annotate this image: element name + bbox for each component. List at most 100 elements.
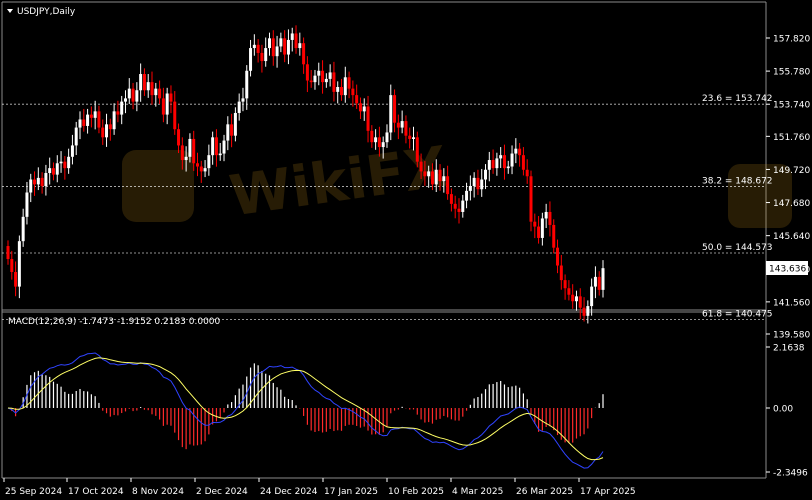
candle-body [55,163,59,175]
time-tick-label: 4 Mar 2025 [452,487,503,497]
candle-body [10,259,14,273]
candle-body [17,241,21,287]
candle-body [97,111,101,128]
candle-body [74,127,78,146]
candle-body [264,48,268,62]
candle-body [328,72,332,79]
candle-body [465,190,469,201]
macd-label: MACD(12,26,9) -1.7473 -1.9152 0.2183 0.0… [8,317,221,327]
candle-body [233,112,237,136]
candle-body [36,177,40,185]
candle-body [571,294,575,302]
candle-body [283,38,287,55]
candle-body [590,286,594,307]
candle-body [241,98,245,102]
fib-level-label: 61.8 = 140.475 [702,309,773,319]
fib-level-label: 38.2 = 148.672 [702,176,773,186]
candle-body [226,124,230,141]
candle-body [506,166,510,169]
candle-body [78,119,82,128]
candle-body [154,88,158,96]
fib-level-label: 23.6 = 153.742 [702,94,773,104]
candle-body [195,163,199,167]
candle-body [21,216,25,242]
candle-body [105,124,109,138]
trading-chart[interactable]: WikiFX 23.6 = 153.74238.2 = 148.67250.0 … [0,0,812,500]
candle-body [559,265,563,281]
candle-body [321,70,325,83]
chart-title[interactable]: USDJPY,Daily [17,7,76,17]
candle-body [127,88,131,99]
candle-body [245,70,249,99]
candle-body [423,171,427,177]
candle-body [180,145,184,161]
candle-body [63,161,67,169]
candle-body [601,268,605,290]
candle-body [396,122,400,128]
candle-body [67,156,71,169]
time-tick-label: 8 Nov 2024 [132,487,184,497]
candle-body [556,247,560,266]
candle-body [298,43,302,49]
candle-body [59,161,63,164]
candle-body [158,88,162,99]
candle-body [408,135,412,139]
candle-body [230,124,234,136]
candle-body [442,176,446,182]
price-tick-label: 147.680 [773,199,810,209]
price-tick-label: 157.820 [773,35,810,45]
candle-body [290,33,294,40]
candle-body [25,192,29,217]
candle-body [449,194,453,204]
candle-body [70,145,74,157]
candle-body [6,246,10,260]
candle-body [302,43,306,65]
candle-body [214,137,218,156]
candle-body [267,38,271,49]
candle-body [597,276,601,290]
candle-body [93,111,97,118]
candle-body [389,95,393,133]
price-tick-label: 155.780 [773,68,810,78]
candle-body [461,200,465,212]
candle-body [173,101,177,130]
candle-body [237,101,241,113]
candle-body [434,169,438,185]
candle-body [48,168,52,174]
candle-body [502,155,506,169]
candle-body [150,82,154,96]
candle-body [218,153,222,156]
candle-body [279,38,283,47]
candle-body [419,161,423,172]
candle-body [377,137,381,148]
candle-body [142,74,146,91]
candle-body [271,38,275,57]
candle-body [123,98,127,102]
candle-body [563,280,567,289]
price-tick-label: 151.760 [773,133,810,143]
candle-body [161,98,165,115]
candle-body [86,114,90,126]
price-tick-label: 139.580 [773,331,810,341]
price-tick-label: 153.740 [773,101,810,111]
candle-body [286,39,290,55]
time-tick-label: 10 Feb 2025 [388,487,444,497]
candle-body [518,148,522,156]
candle-body [44,173,48,186]
candle-body [33,179,37,185]
candle-body [82,119,86,126]
candle-body [256,44,260,53]
candle-body [415,137,419,162]
candle-body [131,88,135,102]
candle-body [146,82,150,91]
candle-body [480,179,484,190]
current-price-marker: 143.636 [766,261,808,275]
candle-body [188,138,192,157]
candle-body [135,90,139,102]
candle-body [249,48,253,71]
candle-body [453,203,457,209]
candle-body [537,226,541,238]
time-tick-label: 26 Mar 2025 [516,487,573,497]
candle-body [139,74,143,91]
time-tick-label: 17 Jan 2025 [324,487,378,497]
